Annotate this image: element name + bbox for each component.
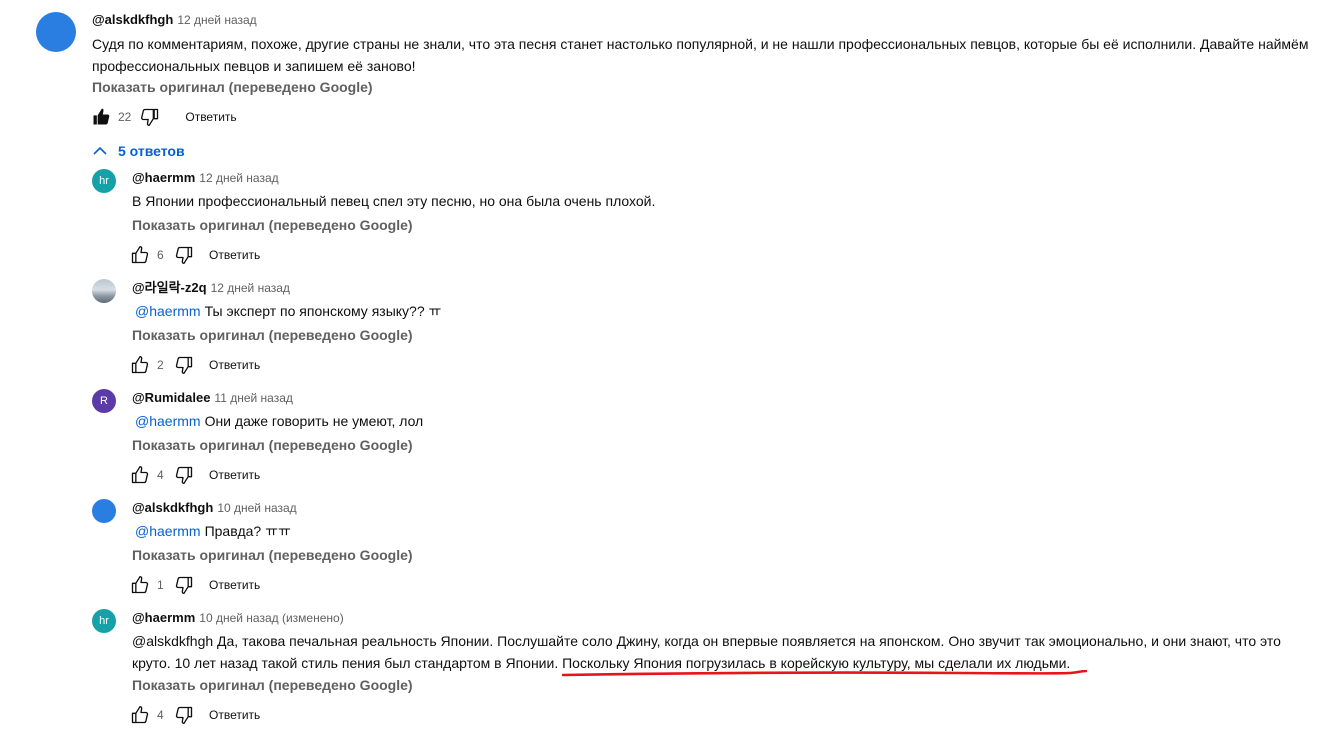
reply-button[interactable]: Ответить <box>209 468 260 482</box>
like-button[interactable] <box>90 106 112 128</box>
comment-header: @라일락-z2q 12 дней назад <box>132 280 290 296</box>
show-original-button[interactable]: Показать оригинал (переведено Google) <box>132 435 413 455</box>
comment-text: @haermm Правда? ㅠㅠ <box>132 520 1302 542</box>
thumb-down-icon <box>175 576 193 594</box>
comment-author[interactable]: @haermm <box>132 610 195 625</box>
thumb-down-icon <box>175 706 193 724</box>
thumb-down-icon <box>175 356 193 374</box>
thumb-up-icon <box>131 246 149 264</box>
comment-author[interactable]: @alskdkfhgh <box>132 500 213 515</box>
replies-count-label: 5 ответов <box>118 143 185 159</box>
like-count: 4 <box>157 468 164 482</box>
like-button[interactable] <box>129 244 151 266</box>
avatar[interactable]: R <box>92 389 116 413</box>
avatar[interactable] <box>92 279 116 303</box>
dislike-button[interactable] <box>173 464 195 486</box>
comment-header: @alskdkfhgh 12 дней назад <box>92 12 257 28</box>
like-count: 6 <box>157 248 164 262</box>
comment-actions: 4 Ответить <box>129 703 260 727</box>
like-count: 4 <box>157 708 164 722</box>
comment-text: В Японии профессиональный певец спел эту… <box>132 193 656 209</box>
comment-time[interactable]: 12 дней назад <box>177 13 256 27</box>
thumb-up-icon <box>131 576 149 594</box>
like-count: 2 <box>157 358 164 372</box>
comment-time[interactable]: 12 дней назад <box>199 171 278 185</box>
comment-header: @haermm 10 дней назад (изменено) <box>132 610 344 626</box>
avatar[interactable]: hr <box>92 169 116 193</box>
chevron-up-icon <box>93 146 107 155</box>
show-original-button[interactable]: Показать оригинал (переведено Google) <box>132 545 413 565</box>
comment-actions: 22 Ответить <box>90 105 237 129</box>
comment-body: Ты эксперт по японскому языку?? ㅠ <box>204 303 442 319</box>
comment-author[interactable]: @haermm <box>132 170 195 185</box>
avatar-initials: hr <box>99 175 109 187</box>
comment-author[interactable]: @라일락-z2q <box>132 280 207 295</box>
comment-text: @haermm Ты эксперт по японскому языку?? ㅠ <box>132 300 1302 322</box>
avatar[interactable] <box>36 12 76 52</box>
comment-body: Они даже говорить не умеют, лол <box>204 413 424 429</box>
reply-button[interactable]: Ответить <box>209 708 260 722</box>
like-count: 1 <box>157 578 164 592</box>
thumb-down-icon <box>141 108 159 127</box>
avatar-initials: hr <box>99 615 109 627</box>
thumb-down-icon <box>175 466 193 484</box>
comment-body: Правда? ㅠㅠ <box>204 523 291 539</box>
reply-button[interactable]: Ответить <box>185 110 236 124</box>
like-button[interactable] <box>129 704 151 726</box>
comment-text: @haermm Они даже говорить не умеют, лол <box>132 410 1302 432</box>
like-button[interactable] <box>129 354 151 376</box>
comment-actions: 6 Ответить <box>129 243 260 267</box>
mention-link[interactable]: @haermm <box>135 523 201 539</box>
mention-link[interactable]: @haermm <box>135 413 201 429</box>
show-original-button[interactable]: Показать оригинал (переведено Google) <box>132 675 413 695</box>
comment-text: Судя по комментариям, похоже, другие стр… <box>92 36 1309 74</box>
show-original-button[interactable]: Показать оригинал (переведено Google) <box>132 325 413 345</box>
comment-header: @Rumidalee 11 дней назад <box>132 390 293 406</box>
reply-button[interactable]: Ответить <box>209 578 260 592</box>
comment-time[interactable]: 11 дней назад <box>214 391 292 405</box>
comment-header: @haermm 12 дней назад <box>132 170 279 186</box>
thumb-up-filled-icon <box>93 108 110 125</box>
thumb-down-icon <box>175 246 193 264</box>
like-button[interactable] <box>129 574 151 596</box>
thumb-up-icon <box>131 466 149 484</box>
like-count: 22 <box>118 110 132 124</box>
show-original-button[interactable]: Показать оригинал (переведено Google) <box>132 215 413 235</box>
like-button[interactable] <box>129 464 151 486</box>
avatar-initials: R <box>100 395 108 407</box>
dislike-button[interactable] <box>173 704 195 726</box>
dislike-button[interactable] <box>173 244 195 266</box>
comment-actions: 2 Ответить <box>129 353 260 377</box>
comment-actions: 1 Ответить <box>129 573 260 597</box>
show-original-button[interactable]: Показать оригинал (переведено Google) <box>92 77 373 97</box>
dislike-button[interactable] <box>139 106 161 128</box>
dislike-button[interactable] <box>173 574 195 596</box>
comment-text: @alskdkfhgh Да, такова печальная реально… <box>132 633 1281 671</box>
comment-time[interactable]: 12 дней назад <box>211 281 290 295</box>
thumb-up-icon <box>131 356 149 374</box>
dislike-button[interactable] <box>173 354 195 376</box>
comment-author[interactable]: @Rumidalee <box>132 390 210 405</box>
comment-header: @alskdkfhgh 10 дней назад <box>132 500 297 516</box>
comment-time[interactable]: 10 дней назад (изменено) <box>199 611 343 625</box>
comment-actions: 4 Ответить <box>129 463 260 487</box>
comment-time[interactable]: 10 дней назад <box>217 501 296 515</box>
avatar[interactable]: hr <box>92 609 116 633</box>
reply-button[interactable]: Ответить <box>209 248 260 262</box>
mention-link[interactable]: @haermm <box>135 303 201 319</box>
avatar[interactable] <box>92 499 116 523</box>
red-underline-annotation <box>562 670 1087 677</box>
replies-toggle-button[interactable]: 5 ответов <box>92 141 185 161</box>
thumb-up-icon <box>131 706 149 724</box>
reply-button[interactable]: Ответить <box>209 358 260 372</box>
comment-author[interactable]: @alskdkfhgh <box>92 12 173 27</box>
